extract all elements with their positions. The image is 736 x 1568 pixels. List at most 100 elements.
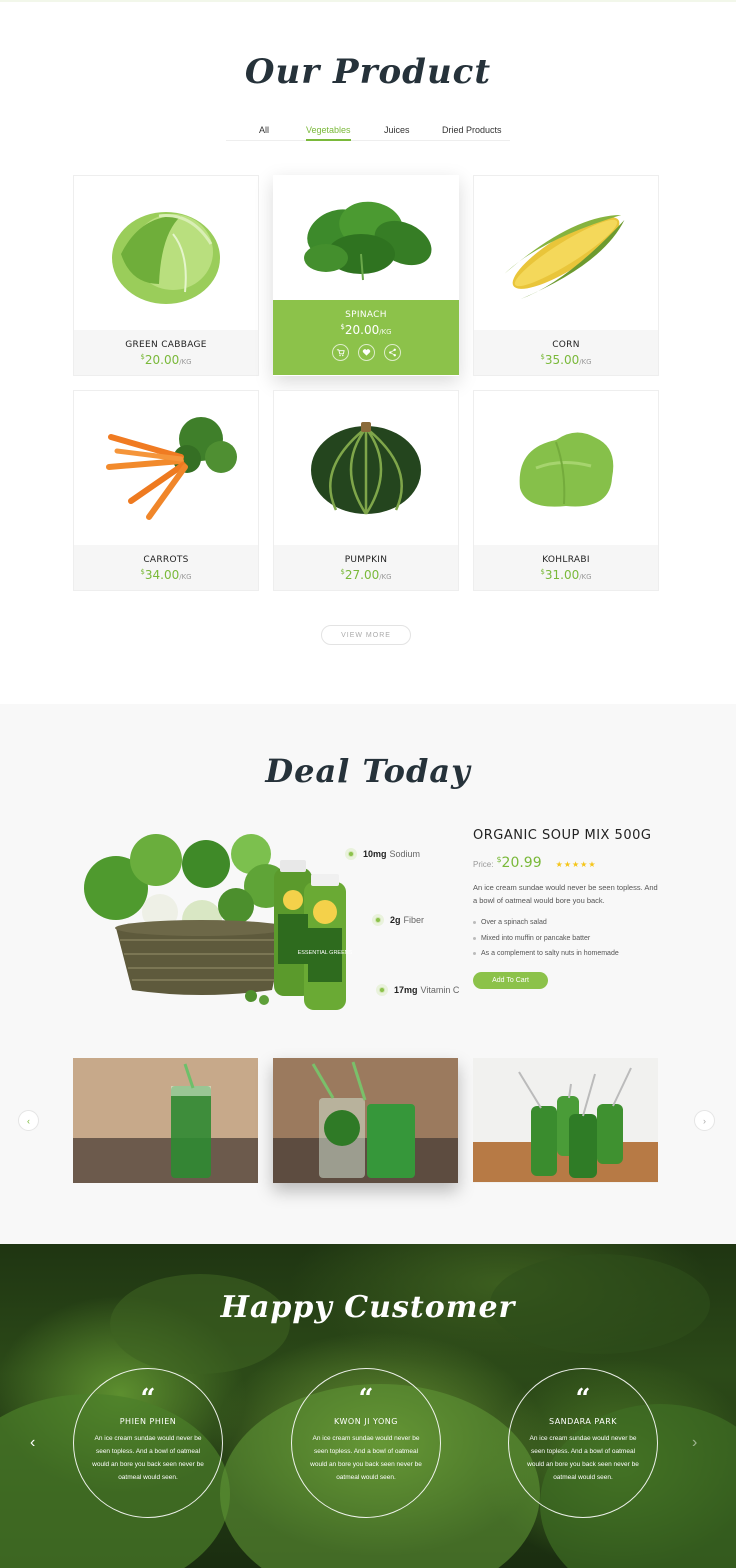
our-product-section: Our Product All Vegetables Juices Dried … (0, 0, 736, 704)
list-item: As a complement to salty nuts in homemad… (473, 946, 663, 962)
callout-value: 17mg (394, 985, 418, 995)
section-title-happy-customer: Happy Customer (220, 1290, 516, 1325)
callout-fiber: 2g Fiber (372, 914, 424, 926)
cabbage-image (112, 212, 220, 304)
product-name: CARROTS (143, 555, 189, 565)
view-more-button[interactable]: VIEW MORE (321, 625, 411, 645)
product-card-kohlrabi[interactable]: KOHLRABI $31.00/KG (473, 390, 659, 591)
testimonial-text: An ice cream sundae would never be seen … (92, 1435, 204, 1481)
product-filter-tabs: All Vegetables Juices Dried Products (226, 121, 510, 141)
top-divider (0, 0, 736, 2)
testimonial-text: An ice cream sundae would never be seen … (527, 1435, 639, 1481)
juice-glass-image (73, 1058, 258, 1183)
product-info: CARROTS $34.00/KG (74, 545, 258, 590)
rating-stars: ★★★★★ (555, 860, 597, 869)
cart-icon[interactable] (331, 344, 349, 361)
happy-customer-section: Happy Customer ‹ “ PHIEN PHIEN An ice cr… (0, 1244, 736, 1568)
deal-features-list: Over a spinach salad Mixed into muffin o… (473, 915, 663, 962)
deal-product-info: ORGANIC SOUP MIX 500G Price: $20.99 ★★★★… (473, 828, 663, 989)
testimonial-card: “ SANDARA PARK An ice cream sundae would… (508, 1368, 658, 1518)
bottle-label-text: ESSENTIAL GREENS (298, 950, 353, 956)
product-price: $27.00/KG (340, 568, 392, 582)
product-price: $34.00/KG (140, 568, 192, 582)
list-item: Mixed into muffin or pancake batter (473, 931, 663, 947)
chevron-left-icon[interactable]: ‹ (30, 1434, 35, 1452)
product-card-carrots[interactable]: CARROTS $34.00/KG (73, 390, 259, 591)
product-info: PUMPKIN $27.00/KG (274, 545, 458, 590)
carrots-image (106, 417, 237, 520)
product-card-spinach[interactable]: SPINACH $20.00/KG (273, 175, 459, 376)
tab-dried-products[interactable]: Dried Products (442, 125, 502, 135)
deal-product-visual: ESSENTIAL GREENS 10mg Sodium 2g Fiber 17… (76, 828, 459, 1018)
customer-name: PHIEN PHIEN (119, 1417, 177, 1426)
juice-thumbnail-1[interactable] (73, 1058, 258, 1183)
product-card-pumpkin[interactable]: PUMPKIN $27.00/KG (273, 390, 459, 591)
testimonial-text: An ice cream sundae would never be seen … (310, 1435, 422, 1481)
callout-label: Fiber (403, 915, 425, 925)
product-name: SPINACH (345, 310, 387, 320)
callout-vitamin-c: 17mg Vitamin C (376, 984, 459, 996)
deal-price-row: Price: $20.99 ★★★★★ (473, 855, 663, 871)
carousel-prev-button[interactable]: ‹ (18, 1110, 39, 1131)
product-image[interactable] (273, 175, 459, 300)
heart-icon[interactable] (357, 344, 375, 361)
customer-name: SANDARA PARK (548, 1417, 617, 1426)
product-name: PUMPKIN (344, 555, 388, 565)
list-item: Over a spinach salad (473, 915, 663, 931)
tab-all[interactable]: All (259, 125, 269, 135)
callout-sodium: 10mg Sodium (342, 848, 420, 860)
product-image[interactable] (474, 391, 658, 545)
section-title-our-product: Our Product (244, 52, 492, 92)
product-actions (273, 344, 459, 361)
corn-image (504, 214, 625, 300)
tab-juices[interactable]: Juices (384, 125, 410, 135)
chevron-left-icon: ‹ (27, 1115, 30, 1126)
juice-spinach-image (273, 1058, 458, 1183)
product-price: $20.00/KG (140, 353, 192, 367)
chevron-right-icon[interactable]: › (692, 1434, 697, 1452)
chevron-right-icon: › (703, 1115, 706, 1126)
product-image[interactable] (74, 391, 258, 545)
product-info: GREEN CABBAGE $20.00/KG (74, 330, 258, 375)
product-price: $20.00/KG (340, 323, 392, 337)
product-name: CORN (552, 340, 580, 350)
callout-dot (376, 984, 388, 996)
product-image[interactable] (274, 391, 458, 545)
tab-vegetables[interactable]: Vegetables (306, 125, 351, 141)
carousel-next-button[interactable]: › (694, 1110, 715, 1131)
pumpkin-image (311, 422, 421, 515)
product-name: GREEN CABBAGE (125, 340, 207, 350)
callout-label: Vitamin C (420, 985, 460, 995)
kohlrabi-image (519, 432, 614, 507)
section-title-deal-today: Deal Today (265, 752, 471, 790)
product-price: $35.00/KG (540, 353, 592, 367)
spinach-image (304, 201, 432, 280)
callout-value: 2g (390, 915, 401, 925)
testimonial-card: “ KWON JI YONG An ice cream sundae would… (291, 1368, 441, 1518)
deal-today-section: Deal Today ESSENTIAL GREENS 10mg Sodium … (0, 704, 736, 1244)
quote-icon: “ (140, 1384, 156, 1414)
product-card-corn[interactable]: CORN $35.00/KG (473, 175, 659, 376)
juice-thumbnail-3[interactable] (473, 1058, 658, 1183)
product-image[interactable] (474, 176, 658, 330)
customer-name: KWON JI YONG (334, 1417, 398, 1426)
product-card-green-cabbage[interactable]: GREEN CABBAGE $20.00/KG (73, 175, 259, 376)
product-info: CORN $35.00/KG (474, 330, 658, 375)
add-to-cart-button[interactable]: Add To Cart (473, 971, 548, 989)
deal-product-title: ORGANIC SOUP MIX 500G (473, 828, 652, 843)
juice-thumbnail-2[interactable] (273, 1058, 458, 1183)
product-image[interactable] (74, 176, 258, 330)
quote-icon: “ (358, 1384, 374, 1414)
product-info: KOHLRABI $31.00/KG (474, 545, 658, 590)
product-price: $31.00/KG (540, 568, 592, 582)
share-icon[interactable] (383, 344, 401, 361)
product-name: KOHLRABI (542, 555, 590, 565)
product-info: SPINACH $20.00/KG (273, 300, 459, 375)
deal-price: $20.99 (496, 855, 542, 871)
callout-dot (345, 848, 357, 860)
callout-label: Sodium (389, 849, 421, 859)
callout-dot (372, 914, 384, 926)
juice-jars-image (473, 1058, 658, 1183)
quote-icon: “ (575, 1384, 591, 1414)
price-label: Price: (473, 860, 494, 869)
